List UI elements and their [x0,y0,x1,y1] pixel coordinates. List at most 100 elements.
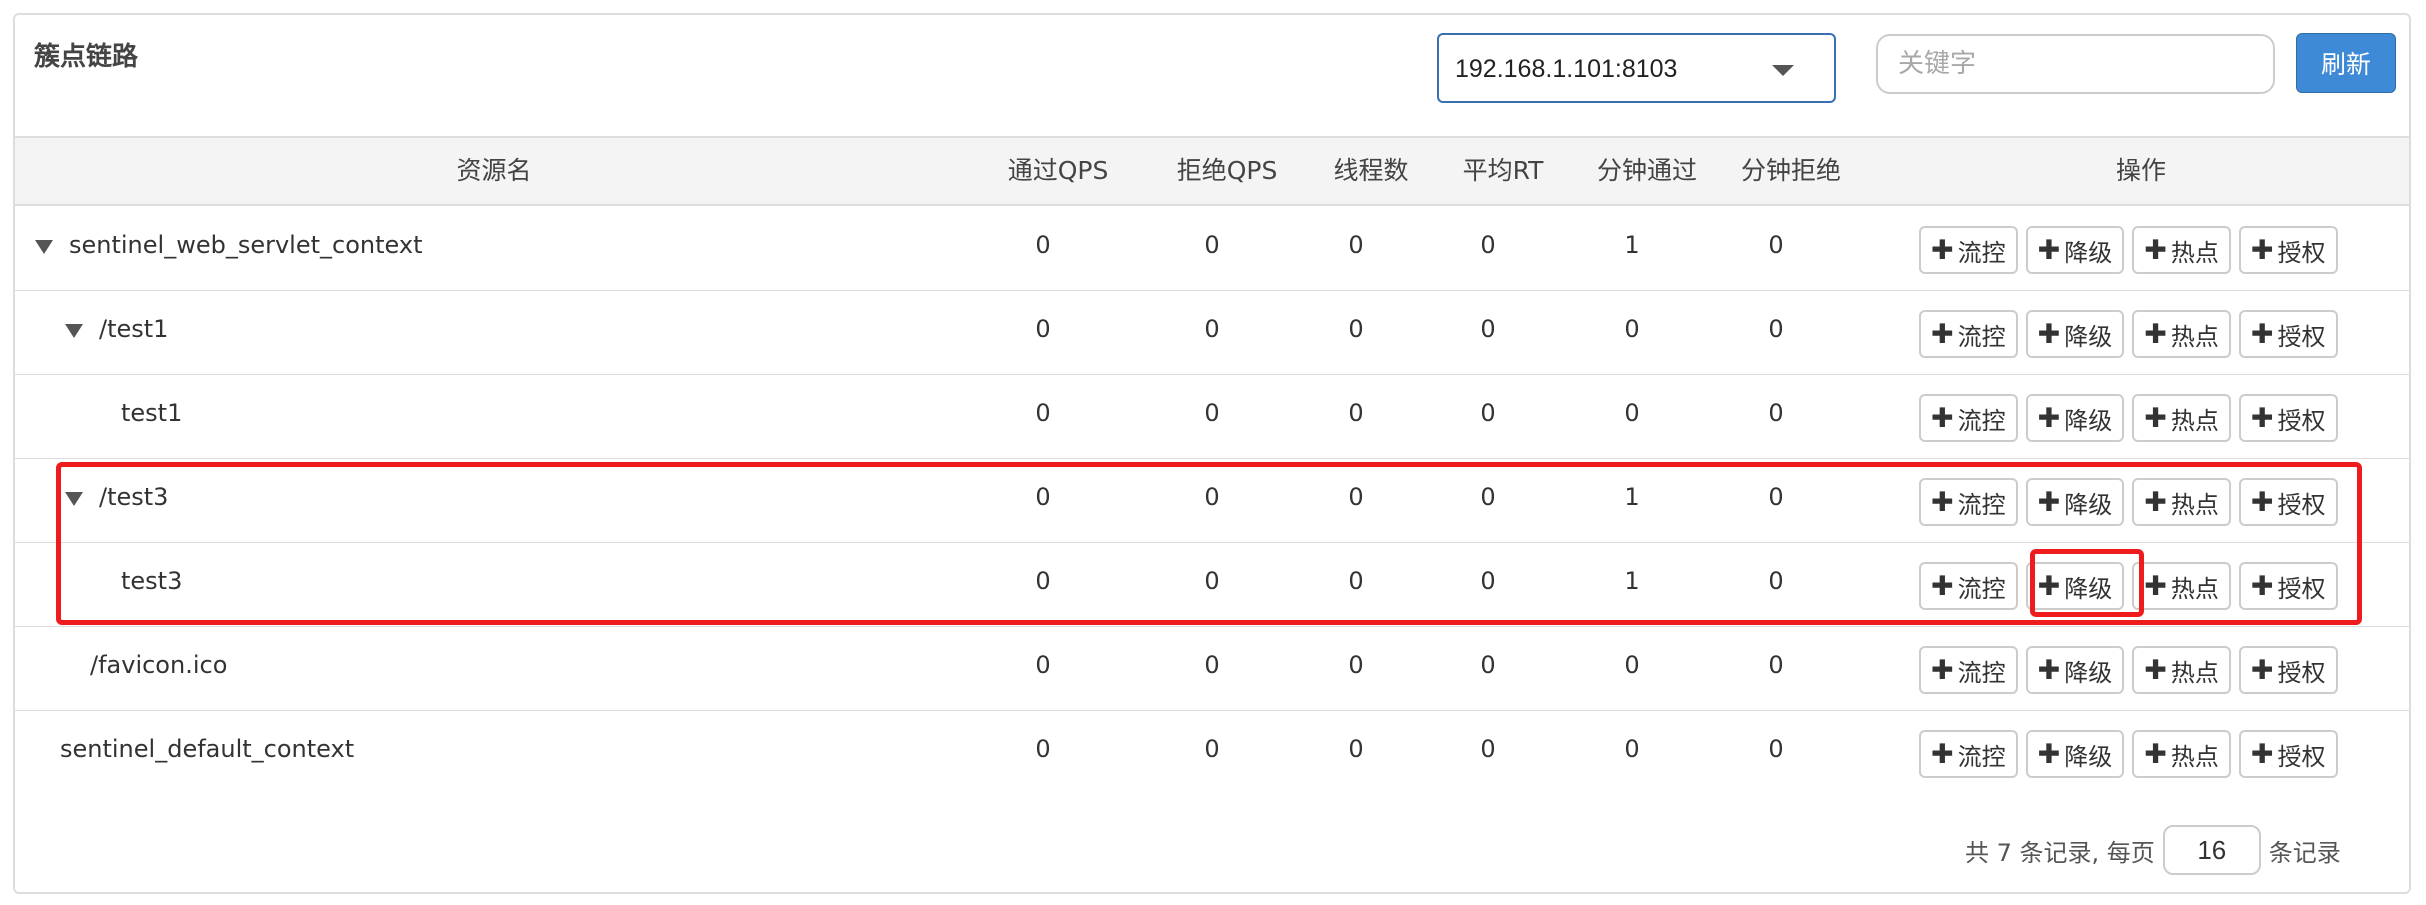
plus-icon: ✚ [2250,570,2274,602]
plus-icon: ✚ [1931,486,1954,518]
pagination-footer: 共 7 条记录, 每页 条记录 [1965,825,2341,875]
page-size-input[interactable] [2162,825,2261,875]
plus-icon: ✚ [2144,402,2167,434]
cell-pass-qps: 0 [1035,231,1051,259]
hot-param-button[interactable]: ✚ 热点 [2132,394,2231,442]
degrade-button-label: 降级 [2064,406,2113,435]
hot-param-button-label: 热点 [2170,658,2219,687]
resource-name: /test1 [99,315,169,343]
authority-button[interactable]: ✚ 授权 [2238,394,2338,442]
flow-control-button[interactable]: ✚ 流控 [1919,730,2018,778]
expand-triangle-icon[interactable] [65,492,83,506]
authority-button[interactable]: ✚ 授权 [2238,562,2338,610]
table-row: /test3 0 0 0 0 1 0 ✚ 流控 ✚ 降级 ✚ 热点 ✚ 授权 [15,459,2409,543]
degrade-button[interactable]: ✚ 降级 [2025,478,2125,526]
degrade-button[interactable]: ✚ 降级 [2025,730,2125,778]
cell-threads: 0 [1348,735,1364,763]
plus-icon: ✚ [2250,654,2274,686]
hot-param-button-label: 热点 [2170,238,2219,267]
cell-avg-rt: 0 [1480,483,1496,511]
header-avg-rt: 平均RT [1462,156,1544,185]
plus-icon: ✚ [2250,234,2274,266]
plus-icon: ✚ [1931,402,1954,434]
plus-icon: ✚ [1931,234,1954,266]
degrade-button[interactable]: ✚ 降级 [2025,226,2125,274]
degrade-button[interactable]: ✚ 降级 [2025,562,2125,610]
chevron-down-icon [1772,65,1794,76]
cell-minute-block: 0 [1768,651,1784,679]
flow-control-button[interactable]: ✚ 流控 [1919,394,2018,442]
hot-param-button[interactable]: ✚ 热点 [2132,478,2231,526]
row-operations: ✚ 流控 ✚ 降级 ✚ 热点 ✚ 授权 [1919,562,2338,610]
authority-button[interactable]: ✚ 授权 [2238,730,2338,778]
cell-minute-block: 0 [1768,399,1784,427]
resource-name: test3 [121,567,183,595]
cell-minute-block: 0 [1768,483,1784,511]
refresh-button[interactable]: 刷新 [2296,33,2396,93]
flow-control-button-label: 流控 [1957,490,2006,519]
hot-param-button[interactable]: ✚ 热点 [2132,562,2231,610]
records-suffix: 条记录 [2268,838,2341,867]
hot-param-button-label: 热点 [2170,322,2219,351]
plus-icon: ✚ [2037,318,2061,350]
flow-control-button-label: 流控 [1957,574,2006,603]
authority-button[interactable]: ✚ 授权 [2238,310,2338,358]
resource-name: /favicon.ico [90,651,228,679]
authority-button[interactable]: ✚ 授权 [2238,646,2338,694]
flow-control-button-label: 流控 [1957,742,2006,771]
table-row: sentinel_web_servlet_context 0 0 0 0 1 0 ✚ 流控 ✚ 降级… [15,207,2409,291]
resource-name: /test3 [99,483,169,511]
cell-avg-rt: 0 [1480,651,1496,679]
cell-threads: 0 [1348,315,1364,343]
authority-button[interactable]: ✚ 授权 [2238,478,2338,526]
row-operations: ✚ 流控 ✚ 降级 ✚ 热点 ✚ 授权 [1919,730,2338,778]
cell-minute-pass: 1 [1624,483,1640,511]
hot-param-button-label: 热点 [2170,406,2219,435]
header-block-qps: 拒绝QPS [1176,156,1278,185]
cell-pass-qps: 0 [1035,735,1051,763]
table-row: sentinel_default_context 0 0 0 0 0 0 ✚ 流控 ✚ 降级 ✚ 热点 ✚… [15,711,2409,795]
cell-avg-rt: 0 [1480,735,1496,763]
expand-triangle-icon[interactable] [65,324,83,338]
cell-minute-pass: 0 [1624,735,1640,763]
authority-button[interactable]: ✚ 授权 [2238,226,2338,274]
authority-button-label: 授权 [2277,238,2326,267]
table-header: 资源名 通过QPS 拒绝QPS 线程数 平均RT 分钟通过 分钟拒绝 操作 [15,136,2409,206]
table-row: test3 0 0 0 0 1 0 ✚ 流控 ✚ 降级 ✚ 热点 ✚ 授权 [15,543,2409,627]
flow-control-button[interactable]: ✚ 流控 [1919,226,2018,274]
table-row: /test1 0 0 0 0 0 0 ✚ 流控 ✚ 降级 ✚ 热点 ✚ 授权 [15,291,2409,375]
cell-minute-pass: 1 [1624,567,1640,595]
degrade-button-label: 降级 [2064,322,2113,351]
hot-param-button[interactable]: ✚ 热点 [2132,730,2231,778]
plus-icon: ✚ [2037,570,2061,602]
plus-icon: ✚ [2037,234,2061,266]
cell-threads: 0 [1348,651,1364,679]
authority-button-label: 授权 [2277,574,2326,603]
authority-button-label: 授权 [2277,406,2326,435]
flow-control-button[interactable]: ✚ 流控 [1919,646,2018,694]
hot-param-button[interactable]: ✚ 热点 [2132,310,2231,358]
plus-icon: ✚ [2144,738,2167,770]
resource-name: test1 [121,399,183,427]
hot-param-button[interactable]: ✚ 热点 [2132,646,2231,694]
cell-minute-pass: 0 [1624,399,1640,427]
hot-param-button[interactable]: ✚ 热点 [2132,226,2231,274]
keyword-search-input[interactable] [1876,34,2275,94]
flow-control-button[interactable]: ✚ 流控 [1919,310,2018,358]
cell-minute-block: 0 [1768,735,1784,763]
plus-icon: ✚ [1931,654,1954,686]
degrade-button[interactable]: ✚ 降级 [2025,394,2125,442]
expand-triangle-icon[interactable] [35,240,53,254]
cell-block-qps: 0 [1204,315,1220,343]
degrade-button[interactable]: ✚ 降级 [2025,310,2125,358]
flow-control-button[interactable]: ✚ 流控 [1919,562,2018,610]
plus-icon: ✚ [2144,486,2167,518]
flow-control-button[interactable]: ✚ 流控 [1919,478,2018,526]
cell-avg-rt: 0 [1480,567,1496,595]
degrade-button[interactable]: ✚ 降级 [2025,646,2125,694]
plus-icon: ✚ [2144,318,2167,350]
cell-block-qps: 0 [1204,483,1220,511]
table-row: test1 0 0 0 0 0 0 ✚ 流控 ✚ 降级 ✚ 热点 ✚ 授权 [15,375,2409,459]
machine-select[interactable]: 192.168.1.101:8103 [1437,33,1836,103]
authority-button-label: 授权 [2277,658,2326,687]
